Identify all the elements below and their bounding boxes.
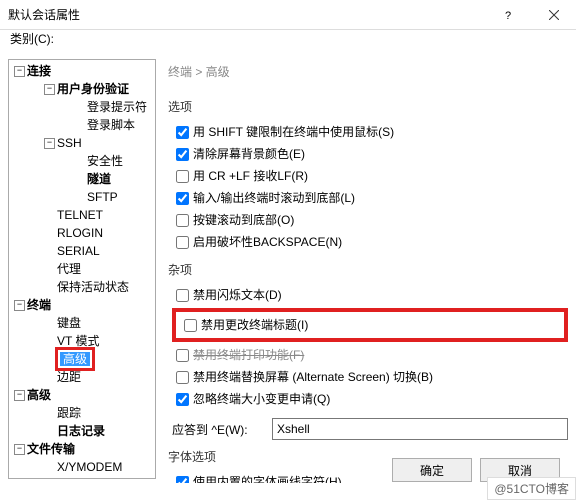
breadcrumb: 终端 > 高级 xyxy=(168,59,568,90)
answerback-label: 应答到 ^E(W): xyxy=(172,421,272,438)
tree-trace[interactable]: 跟踪 xyxy=(41,404,153,422)
tree-margin[interactable]: 边距 xyxy=(41,368,153,386)
tree-login-script[interactable]: 登录脚本 xyxy=(71,116,153,134)
chk-crlf[interactable] xyxy=(176,170,189,183)
content-pane: 终端 > 高级 选项 用 SHIFT 键限制在终端中使用鼠标(S) 清除屏幕背景… xyxy=(156,59,568,483)
window-title: 默认会话属性 xyxy=(8,6,80,23)
tree-xymodem[interactable]: X/YMODEM xyxy=(41,458,153,476)
chk-backspace[interactable] xyxy=(176,236,189,249)
chk-clear-bg[interactable] xyxy=(176,148,189,161)
chk-disable-blink[interactable] xyxy=(176,289,189,302)
tree-filetransfer[interactable]: 文件传输 X/YMODEM ZMODEM xyxy=(11,440,153,479)
tree-ssh[interactable]: SSH 安全性 隧道 SFTP xyxy=(41,134,153,206)
category-tree[interactable]: 连接 用户身份验证 登录提示符 登录脚本 SSH 安全性 隧道 SFTP xyxy=(8,59,156,479)
tree-terminal[interactable]: 终端 键盘 VT 模式 高级 边距 xyxy=(11,296,153,386)
tree-connection[interactable]: 连接 用户身份验证 登录提示符 登录脚本 SSH 安全性 隧道 SFTP xyxy=(11,62,153,296)
tree-ssh-security[interactable]: 安全性 xyxy=(71,152,153,170)
tree-rlogin[interactable]: RLOGIN xyxy=(41,224,153,242)
chk-builtin-linechar[interactable] xyxy=(176,476,189,483)
tree-advanced[interactable]: 高级 跟踪 日志记录 xyxy=(11,386,153,440)
tree-logging[interactable]: 日志记录 xyxy=(41,422,153,440)
tree-ssh-sftp[interactable]: SFTP xyxy=(71,188,153,206)
tree-telnet[interactable]: TELNET xyxy=(41,206,153,224)
tree-terminal-advanced[interactable]: 高级 xyxy=(41,350,153,368)
tree-keyboard[interactable]: 键盘 xyxy=(41,314,153,332)
tree-proxy[interactable]: 代理 xyxy=(41,260,153,278)
chk-ignore-resize[interactable] xyxy=(176,393,189,406)
section-options: 选项 xyxy=(168,98,568,115)
ok-button[interactable]: 确定 xyxy=(392,458,472,482)
tree-keepalive[interactable]: 保持活动状态 xyxy=(41,278,153,296)
tree-zmodem[interactable]: ZMODEM xyxy=(41,476,153,479)
chk-scroll-output[interactable] xyxy=(176,192,189,205)
answerback-input[interactable] xyxy=(272,418,568,440)
tree-ssh-tunnel[interactable]: 隧道 xyxy=(71,170,153,188)
chk-disable-print[interactable] xyxy=(176,349,189,362)
section-misc: 杂项 xyxy=(168,261,568,278)
category-label: 类别(C): xyxy=(0,30,576,51)
svg-text:?: ? xyxy=(505,10,511,20)
close-button[interactable] xyxy=(531,0,576,29)
titlebar: 默认会话属性 ? xyxy=(0,0,576,30)
chk-shift-mouse[interactable] xyxy=(176,126,189,139)
chk-disable-altscreen[interactable] xyxy=(176,371,189,384)
tree-serial[interactable]: SERIAL xyxy=(41,242,153,260)
watermark: @51CTO博客 xyxy=(487,477,576,500)
tree-login-prompt[interactable]: 登录提示符 xyxy=(71,98,153,116)
tree-auth[interactable]: 用户身份验证 登录提示符 登录脚本 xyxy=(41,80,153,134)
chk-disable-title[interactable] xyxy=(184,319,197,332)
help-button[interactable]: ? xyxy=(486,0,531,29)
chk-scroll-key[interactable] xyxy=(176,214,189,227)
